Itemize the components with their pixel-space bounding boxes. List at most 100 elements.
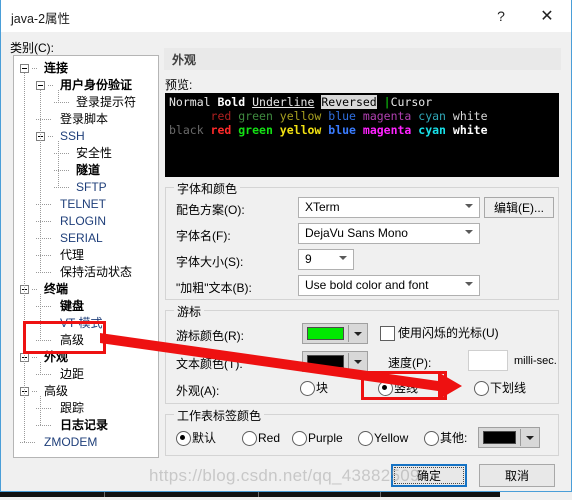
tree-item[interactable]: 代理 bbox=[60, 247, 84, 264]
tree-item[interactable]: 键盘 bbox=[60, 298, 84, 315]
tree-connector bbox=[54, 102, 70, 103]
terminal-run: Cursor bbox=[390, 95, 433, 109]
text-color-swatch[interactable] bbox=[302, 351, 368, 372]
tree-spine bbox=[58, 90, 59, 103]
tree-item[interactable]: 高级 bbox=[44, 383, 68, 400]
terminal-run: black bbox=[169, 123, 211, 137]
terminal-run: red bbox=[210, 123, 239, 137]
speed-unit: milli-sec. bbox=[514, 355, 557, 367]
tree-item[interactable]: 终端 bbox=[44, 281, 68, 298]
fontsize-value: 9 bbox=[305, 252, 312, 266]
help-icon[interactable]: ? bbox=[479, 0, 523, 32]
tree-item[interactable]: 登录脚本 bbox=[60, 111, 108, 128]
chevron-down-icon bbox=[465, 204, 473, 212]
font-color-legend: 字体和颜色 bbox=[174, 180, 241, 197]
appearance-pane: 外观 预览: Normal Bold Underline Reversed |C… bbox=[164, 48, 561, 460]
taskbar-divider bbox=[258, 492, 259, 497]
tree-spine bbox=[40, 294, 41, 341]
fontname-combo[interactable]: DejaVu Sans Mono bbox=[298, 223, 480, 244]
tab-color-default[interactable]: 默认 bbox=[176, 431, 216, 446]
watermark: https://blog.csdn.net/qq_43882509 bbox=[149, 466, 420, 485]
speed-label: 速度(P): bbox=[388, 356, 432, 370]
window-title: java-2属性 bbox=[11, 12, 71, 26]
tree-connector bbox=[36, 340, 52, 341]
tree-item[interactable]: TELNET bbox=[60, 196, 106, 213]
tree-item[interactable]: 高级 bbox=[60, 332, 84, 349]
tree-item[interactable]: 边距 bbox=[60, 366, 84, 383]
swatch-divider bbox=[348, 325, 349, 342]
tree-item[interactable]: ZMODEM bbox=[44, 434, 97, 451]
terminal-preview: Normal Bold Underline Reversed |Cursor r… bbox=[165, 93, 559, 177]
tree-item[interactable]: 安全性 bbox=[76, 145, 112, 162]
cursor-color-label: 游标颜色(R): bbox=[176, 329, 244, 343]
tab-color-red[interactable]: Red bbox=[242, 431, 280, 446]
cursor-legend: 游标 bbox=[174, 303, 205, 320]
edit-scheme-button[interactable]: 编辑(E)... bbox=[484, 197, 554, 218]
tab-color-other[interactable]: 其他: bbox=[424, 431, 467, 446]
cursor-color-swatch[interactable] bbox=[302, 323, 368, 344]
tab-other-color-swatch[interactable] bbox=[478, 427, 540, 448]
tab-color-yellow[interactable]: Yellow bbox=[358, 431, 408, 446]
tab-color-purple[interactable]: Purple bbox=[292, 431, 343, 446]
swatch-divider bbox=[348, 353, 349, 370]
properties-dialog: java-2属性 ? ✕ 类别(C): 连接 用户身份验证 登录提示符 登录脚本 SSH… bbox=[0, 0, 572, 492]
tree-connector bbox=[20, 442, 36, 443]
tree-item[interactable]: 保持活动状态 bbox=[60, 264, 132, 281]
tree-item[interactable]: SERIAL bbox=[60, 230, 103, 247]
terminal-run bbox=[169, 109, 211, 123]
tree-connector bbox=[36, 323, 52, 324]
boldtext-combo[interactable]: Use bold color and font bbox=[298, 275, 480, 296]
tree-connector bbox=[32, 357, 37, 358]
chevron-down-icon bbox=[526, 435, 534, 440]
tree-item[interactable]: SFTP bbox=[76, 179, 107, 196]
tree-connector bbox=[32, 289, 37, 290]
tree-item[interactable]: 登录提示符 bbox=[76, 94, 136, 111]
terminal-run: white bbox=[452, 123, 488, 137]
terminal-run: green bbox=[238, 109, 280, 123]
tree-collapse-icon[interactable] bbox=[20, 64, 29, 73]
tree-item[interactable]: SSH bbox=[60, 128, 85, 145]
terminal-run: cyan bbox=[418, 109, 453, 123]
scheme-combo[interactable]: XTerm bbox=[298, 197, 480, 218]
tree-item[interactable]: 用户身份验证 bbox=[60, 77, 132, 94]
cancel-button[interactable]: 取消 bbox=[479, 464, 555, 487]
cursor-appearance-label: 外观(A): bbox=[176, 384, 220, 398]
blink-cursor-checkbox[interactable]: 使用闪烁的光标(U) bbox=[380, 326, 499, 341]
speed-input[interactable] bbox=[468, 350, 508, 371]
text-color-fill bbox=[307, 355, 345, 368]
cancel-button-label: 取消 bbox=[504, 469, 529, 483]
tree-connector bbox=[54, 170, 70, 171]
cursor-shape-block[interactable]: 块 bbox=[300, 381, 328, 396]
boldtext-value: Use bold color and font bbox=[305, 278, 429, 292]
fontsize-combo[interactable]: 9 bbox=[298, 249, 354, 270]
category-tree[interactable]: 连接 用户身份验证 登录提示符 登录脚本 SSH 安全性 隧道 SFTP TELNET RLOGI… bbox=[13, 55, 159, 458]
tree-item[interactable]: 连接 bbox=[44, 60, 68, 77]
terminal-run: Reversed bbox=[321, 95, 377, 109]
tree-item[interactable]: 跟踪 bbox=[60, 400, 84, 417]
tree-collapse-icon[interactable] bbox=[36, 81, 45, 90]
tree-item[interactable]: 日志记录 bbox=[60, 417, 108, 434]
tree-connector bbox=[32, 391, 37, 392]
terminal-run: Normal bbox=[169, 95, 218, 109]
tree-item[interactable]: VT 模式 bbox=[60, 315, 102, 332]
chevron-down-icon bbox=[465, 282, 473, 290]
terminal-run: Underline bbox=[252, 95, 315, 109]
tree-connector bbox=[54, 187, 70, 188]
tree-connector bbox=[54, 153, 70, 154]
fontname-label: 字体名(F): bbox=[176, 229, 231, 243]
terminal-run: blue bbox=[328, 109, 363, 123]
taskbar-divider bbox=[380, 492, 381, 497]
tree-item[interactable]: 隧道 bbox=[76, 162, 100, 179]
terminal-run bbox=[377, 95, 384, 109]
cursor-shape-vertical-line[interactable]: 竖线 bbox=[378, 381, 418, 396]
tree-item[interactable]: 外观 bbox=[44, 349, 68, 366]
cursor-color-fill bbox=[307, 327, 345, 340]
cursor-shape-underline[interactable]: 下划线 bbox=[474, 381, 526, 396]
close-icon[interactable]: ✕ bbox=[525, 0, 569, 32]
tree-connector bbox=[36, 272, 52, 273]
tree-item[interactable]: RLOGIN bbox=[60, 213, 106, 230]
chevron-down-icon bbox=[354, 331, 362, 336]
tree-connector bbox=[36, 255, 52, 256]
tree-spine bbox=[58, 141, 59, 188]
category-label: 类别(C): bbox=[10, 41, 54, 55]
